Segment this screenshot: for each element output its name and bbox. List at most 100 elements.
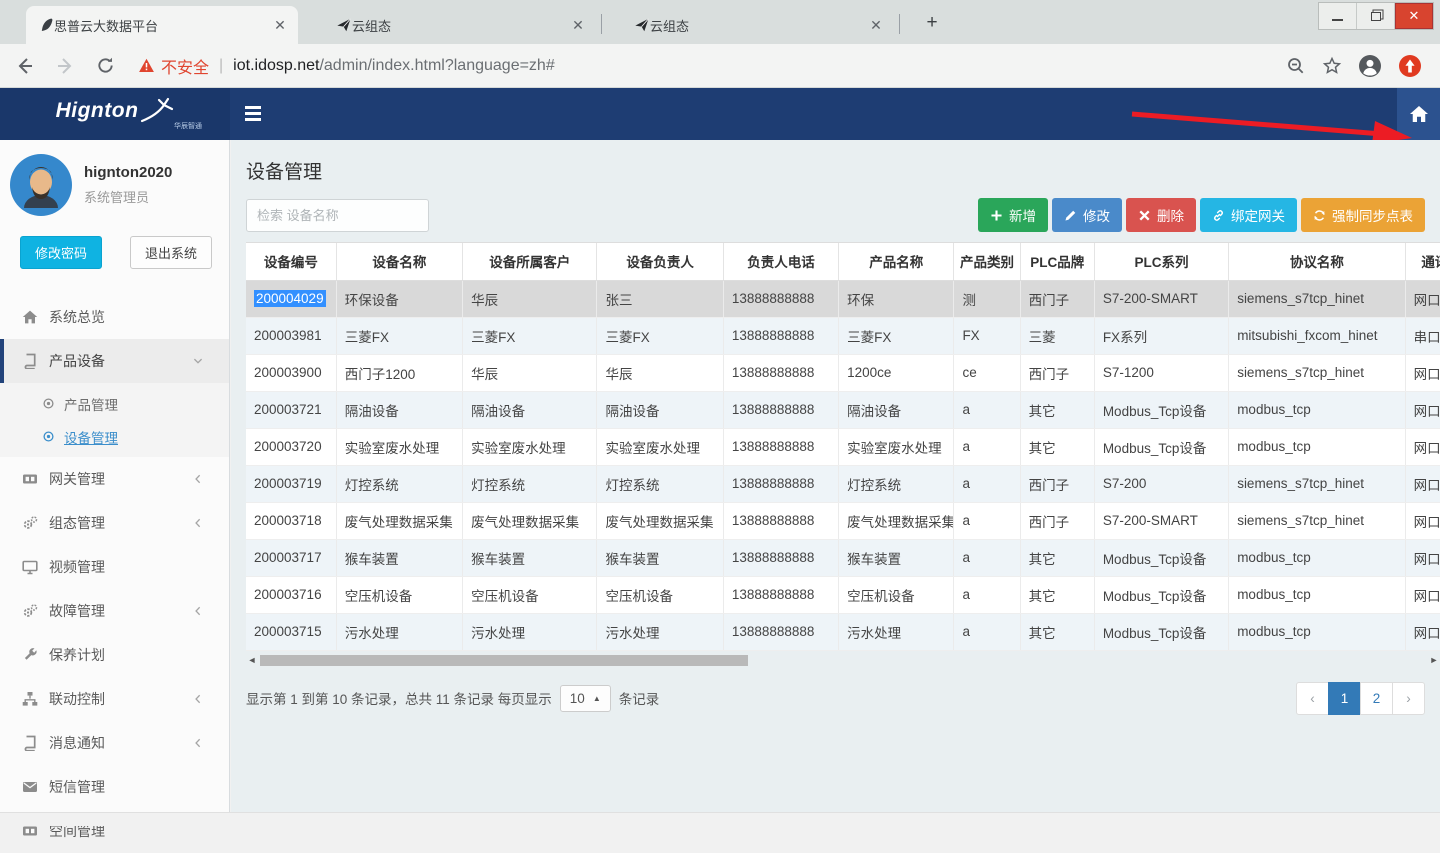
horizontal-scrollbar[interactable]: ◄ ►: [246, 653, 1440, 668]
button-label: 修改: [1083, 205, 1110, 225]
plus-button[interactable]: 新增: [978, 198, 1048, 232]
table-row[interactable]: 200003716空压机设备空压机设备空压机设备13888888888空压机设备…: [246, 576, 1440, 613]
sidebar-item-保养计划[interactable]: 保养计划: [0, 633, 229, 677]
scroll-left-icon[interactable]: ◄: [246, 655, 258, 665]
browser-tab[interactable]: 云组态✕: [622, 6, 894, 44]
table-cell: 实验室废水处理: [597, 428, 723, 465]
table-cell: 13888888888: [723, 354, 838, 391]
browser-tab[interactable]: 云组态✕: [324, 6, 596, 44]
hamburger-menu-icon[interactable]: [245, 104, 263, 122]
table-cell: 污水处理: [597, 613, 723, 650]
logout-button[interactable]: 退出系统: [130, 236, 212, 269]
table-cell: 废气处理数据采集: [597, 502, 723, 539]
column-header[interactable]: 设备名称: [336, 243, 462, 280]
link-button[interactable]: 绑定网关: [1200, 198, 1297, 232]
table-row[interactable]: 200004029环保设备华辰张三13888888888环保测西门子S7-200…: [246, 280, 1440, 317]
page-size-select[interactable]: 10 ▲: [560, 685, 611, 712]
table-cell: 实验室废水处理: [463, 428, 597, 465]
user-name: hignton2020: [84, 164, 172, 181]
page-button-1[interactable]: 1: [1328, 682, 1361, 715]
column-header[interactable]: 产品名称: [839, 243, 954, 280]
page-button-2[interactable]: 2: [1360, 682, 1393, 715]
table-row[interactable]: 200003719灯控系统灯控系统灯控系统13888888888灯控系统a西门子…: [246, 465, 1440, 502]
page-prev-button[interactable]: ‹: [1296, 682, 1329, 715]
sidebar-item-消息通知[interactable]: 消息通知: [0, 721, 229, 765]
column-header[interactable]: 产品类别: [954, 243, 1020, 280]
refresh-button[interactable]: 强制同步点表: [1301, 198, 1425, 232]
table-cell: 污水处理: [839, 613, 954, 650]
table-cell: Modbus_Tcp设备: [1094, 428, 1228, 465]
column-header[interactable]: 负责人电话: [723, 243, 838, 280]
scrollbar-thumb[interactable]: [260, 655, 748, 666]
search-input[interactable]: [246, 199, 429, 232]
profile-avatar-icon[interactable]: [1358, 54, 1382, 78]
table-cell: 华辰: [463, 280, 597, 317]
back-icon[interactable]: [10, 51, 40, 81]
bookmark-star-icon[interactable]: [1322, 56, 1342, 76]
sidebar-item-故障管理[interactable]: 故障管理: [0, 589, 229, 633]
table-cell: 环保设备: [336, 280, 462, 317]
page-next-button[interactable]: ›: [1392, 682, 1425, 715]
table-row[interactable]: 200003900西门子1200华辰华辰138888888881200cece西…: [246, 354, 1440, 391]
sidebar-subitem-label: 产品管理: [64, 394, 118, 414]
button-label: 强制同步点表: [1332, 205, 1413, 225]
zoom-out-icon[interactable]: [1286, 56, 1306, 76]
sidebar-item-产品设备[interactable]: 产品设备: [0, 339, 229, 383]
window-restore-button[interactable]: [1357, 3, 1395, 29]
table-row[interactable]: 200003718废气处理数据采集废气处理数据采集废气处理数据采集1388888…: [246, 502, 1440, 539]
x-button[interactable]: 删除: [1126, 198, 1196, 232]
window-minimize-button[interactable]: [1319, 3, 1357, 29]
browser-tab-strip: 思普云大数据平台✕ 云组态✕ 云组态✕ + ✕: [0, 0, 1440, 44]
column-header[interactable]: PLC系列: [1094, 243, 1228, 280]
table-cell: 西门子: [1020, 465, 1094, 502]
new-tab-button[interactable]: +: [920, 12, 944, 36]
sidebar-subitem-产品管理[interactable]: 产品管理: [0, 387, 229, 420]
browser-tab[interactable]: 思普云大数据平台✕: [26, 6, 298, 44]
security-warning[interactable]: 不安全: [138, 54, 209, 78]
table-cell: 华辰: [463, 354, 597, 391]
gears-icon: [22, 603, 38, 619]
table-cell: modbus_tcp: [1229, 391, 1405, 428]
table-cell: 废气处理数据采集: [839, 502, 954, 539]
sidebar-item-视频管理[interactable]: 视频管理: [0, 545, 229, 589]
tab-close-icon[interactable]: ✕: [868, 17, 884, 33]
table-cell: 串口: [1405, 317, 1440, 354]
table-cell: 200003721: [246, 391, 336, 428]
forward-icon[interactable]: [50, 51, 80, 81]
sidebar-item-label: 产品设备: [49, 351, 105, 371]
url-text[interactable]: iot.idosp.net/admin/index.html?language=…: [233, 57, 555, 75]
table-row[interactable]: 200003721隔油设备隔油设备隔油设备13888888888隔油设备a其它M…: [246, 391, 1440, 428]
chevron-left-icon: [192, 737, 204, 749]
home-button[interactable]: [1397, 88, 1440, 140]
table-cell: a: [954, 613, 1020, 650]
table-row[interactable]: 200003717猴车装置猴车装置猴车装置13888888888猴车装置a其它M…: [246, 539, 1440, 576]
table-cell: 实验室废水处理: [336, 428, 462, 465]
pencil-button[interactable]: 修改: [1052, 198, 1122, 232]
table-cell: 猴车装置: [597, 539, 723, 576]
sidebar-item-组态管理[interactable]: 组态管理: [0, 501, 229, 545]
window-close-button[interactable]: ✕: [1395, 3, 1433, 29]
table-row[interactable]: 200003981三菱FX三菱FX三菱FX13888888888三菱FXFX三菱…: [246, 317, 1440, 354]
column-header[interactable]: 设备所属客户: [463, 243, 597, 280]
column-header[interactable]: 协议名称: [1229, 243, 1405, 280]
column-header[interactable]: 设备负责人: [597, 243, 723, 280]
sidebar-item-短信管理[interactable]: 短信管理: [0, 765, 229, 809]
column-header[interactable]: 通讯方式: [1405, 243, 1440, 280]
column-header[interactable]: PLC品牌: [1020, 243, 1094, 280]
sidebar-item-系统总览[interactable]: 系统总览: [0, 295, 229, 339]
tab-close-icon[interactable]: ✕: [570, 17, 586, 33]
column-header[interactable]: 设备编号: [246, 243, 336, 280]
table-cell: 200003900: [246, 354, 336, 391]
table-cell: 三菱FX: [597, 317, 723, 354]
sidebar-subitem-设备管理[interactable]: 设备管理: [0, 420, 229, 453]
browser-update-icon[interactable]: [1398, 54, 1422, 78]
tab-close-icon[interactable]: ✕: [272, 17, 288, 33]
reload-icon[interactable]: [90, 51, 120, 81]
scroll-right-icon[interactable]: ►: [1428, 655, 1440, 665]
sidebar-item-联动控制[interactable]: 联动控制: [0, 677, 229, 721]
sidebar-item-网关管理[interactable]: 网关管理: [0, 457, 229, 501]
table-row[interactable]: 200003720实验室废水处理实验室废水处理实验室废水处理1388888888…: [246, 428, 1440, 465]
table-cell: 13888888888: [723, 465, 838, 502]
change-password-button[interactable]: 修改密码: [20, 236, 102, 269]
table-row[interactable]: 200003715污水处理污水处理污水处理13888888888污水处理a其它M…: [246, 613, 1440, 650]
